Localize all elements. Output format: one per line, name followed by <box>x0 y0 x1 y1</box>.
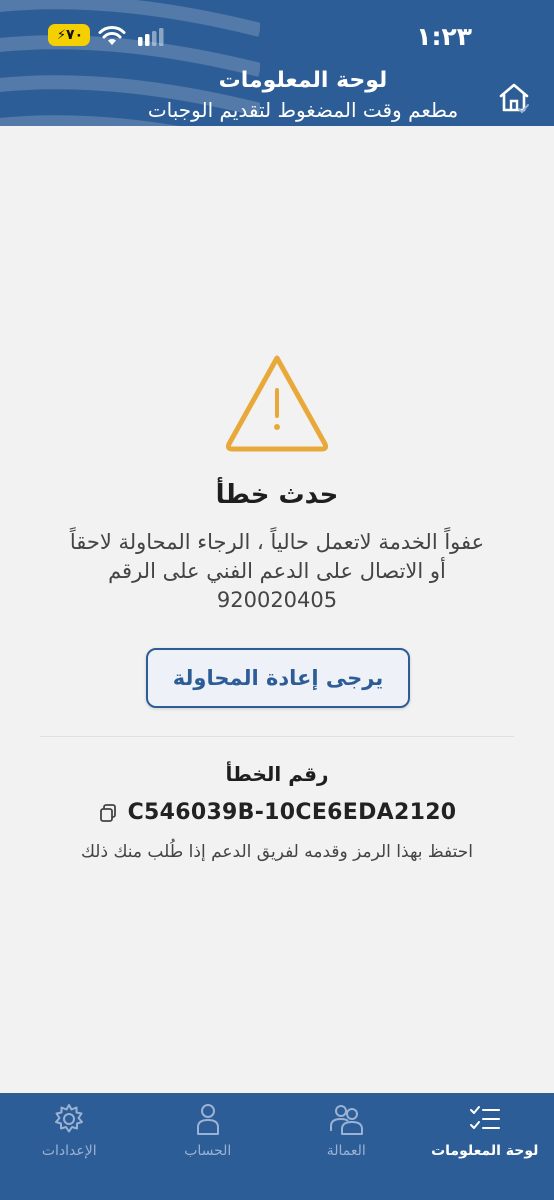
nav-label-account: الحساب <box>184 1143 232 1159</box>
nav-label-dashboard: لوحة المعلومات <box>431 1143 539 1159</box>
page-subtitle: مطعم وقت المضغوط لتقديم الوجبات <box>147 98 459 122</box>
error-code-label: رقم الخطأ <box>225 762 329 786</box>
nav-item-account[interactable]: الحساب <box>139 1093 278 1200</box>
error-code-hint: احتفظ بهذا الرمز وقدمه لفريق الدعم إذا ط… <box>80 842 474 862</box>
app-header: ٧٠ ⚡ ١:٢٣ لوحة المعلومات مطعم وقت المضغو… <box>0 0 554 126</box>
nav-item-dashboard[interactable]: لوحة المعلومات <box>416 1093 554 1200</box>
error-message: عفواً الخدمة لاتعمل حالياً ، الرجاء المح… <box>30 528 524 615</box>
cellular-signal-icon <box>138 28 164 46</box>
checklist-icon <box>469 1106 500 1129</box>
clock: ١:٢٣ <box>416 22 472 51</box>
error-title: حدث خطأ <box>215 480 339 510</box>
error-message-line2: أو الاتصال على الدعم الفني على الرقم <box>108 559 446 583</box>
home-icon[interactable] <box>496 80 532 116</box>
status-bar: ٧٠ ⚡ ١:٢٣ <box>0 0 554 70</box>
group-icon <box>330 1105 364 1135</box>
nav-item-settings[interactable]: الإعدادات <box>0 1093 139 1200</box>
copy-icon[interactable] <box>98 803 118 823</box>
support-phone[interactable]: 920020405 <box>30 586 524 615</box>
nav-item-workforce[interactable]: العمالة <box>277 1093 416 1200</box>
gear-icon <box>55 1104 84 1133</box>
nav-label-workforce: العمالة <box>326 1143 366 1159</box>
charging-icon: ⚡ <box>56 27 67 43</box>
warning-icon <box>225 355 329 452</box>
divider <box>40 736 514 737</box>
page-title: لوحة المعلومات <box>218 68 388 93</box>
error-code-value[interactable]: C546039B-10CE6EDA2120 <box>128 800 457 825</box>
wifi-icon <box>98 26 126 45</box>
battery-level: ٧٠ <box>66 27 84 43</box>
error-message-line1: عفواً الخدمة لاتعمل حالياً ، الرجاء المح… <box>69 530 485 554</box>
error-code-row: C546039B-10CE6EDA2120 <box>0 800 554 825</box>
retry-button[interactable]: يرجى إعادة المحاولة <box>146 648 410 708</box>
bottom-navigation: الإعدادات الحساب العمالة لوحة المعلومات <box>0 1093 554 1200</box>
person-icon <box>196 1104 219 1135</box>
battery-indicator: ٧٠ ⚡ <box>48 24 90 46</box>
nav-label-settings: الإعدادات <box>41 1143 97 1159</box>
